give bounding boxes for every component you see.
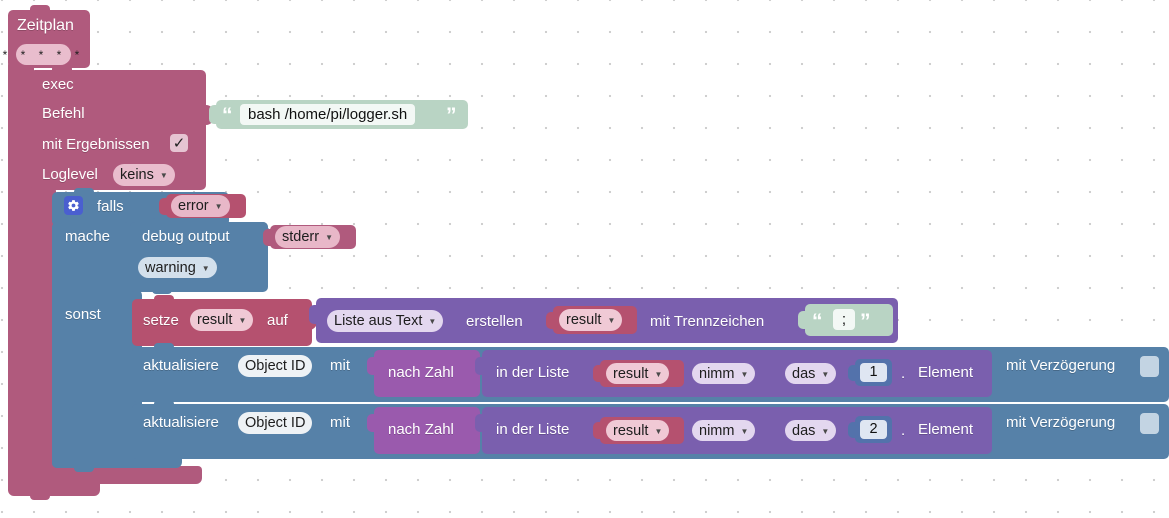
- convert-label-1: nach Zahl: [388, 364, 454, 381]
- chevron-down-icon: ▼: [654, 426, 663, 436]
- set-variable-dropdown[interactable]: result ▼: [190, 309, 254, 331]
- gear-icon[interactable]: [64, 196, 83, 215]
- delay-label-1: mit Verzögerung: [1006, 357, 1116, 374]
- number-plug-1: [848, 365, 857, 381]
- chevron-down-icon: ▼: [325, 233, 333, 242]
- chevron-down-icon: ▼: [821, 369, 830, 379]
- schedule-cron-field[interactable]: * * * * *: [3, 44, 79, 65]
- element-label-2: Element: [918, 421, 974, 438]
- object-id-field-1[interactable]: Object ID: [238, 355, 313, 377]
- if-label: falls: [97, 198, 124, 215]
- schedule-cron-value: * * * * *: [2, 47, 85, 62]
- debug-severity-value: warning: [145, 259, 196, 276]
- exec-loglevel-dropdown[interactable]: keins ▼: [113, 164, 175, 186]
- list-source-variable-dropdown[interactable]: result ▼: [559, 309, 623, 331]
- index-number-value-2: 2: [860, 420, 887, 439]
- in-list-label-2: in der Liste: [496, 421, 570, 438]
- list-variable-dropdown-2[interactable]: result ▼: [606, 420, 670, 441]
- chevron-down-icon: ▼: [821, 426, 830, 436]
- chevron-down-icon: ▼: [740, 369, 749, 379]
- set-label: setze: [143, 312, 179, 329]
- chevron-down-icon: ▼: [214, 202, 223, 211]
- exec-with-results-label: mit Ergebnissen: [42, 136, 150, 153]
- list-separator-label: mit Trennzeichen: [650, 313, 765, 330]
- quote-close-icon: ”: [860, 310, 870, 333]
- chevron-down-icon: ▼: [654, 369, 663, 379]
- index-number-block-2[interactable]: 2: [855, 416, 892, 443]
- list-source-variable-value: result: [566, 312, 602, 328]
- list-variable-value-1: result: [613, 365, 649, 382]
- debug-severity-dropdown[interactable]: warning ▼: [138, 257, 217, 278]
- list-separator-input[interactable]: ;: [833, 309, 855, 330]
- index-number-value-1: 1: [860, 363, 887, 382]
- set-variable-value: result: [197, 312, 233, 328]
- object-id-field-2[interactable]: Object ID: [238, 412, 313, 434]
- exec-block-title: exec: [42, 76, 74, 93]
- update-with-label-2: mit: [330, 414, 350, 431]
- take-dropdown-2[interactable]: nimm ▼: [692, 420, 756, 441]
- debug-output-label: debug output: [142, 228, 230, 245]
- delay-checkbox-1[interactable]: [1140, 356, 1159, 377]
- index-number-block-1[interactable]: 1: [855, 359, 892, 386]
- quote-open-icon: “: [812, 310, 822, 333]
- chevron-down-icon: ▼: [201, 263, 210, 273]
- schedule-block-label: Zeitplan: [17, 17, 74, 34]
- exec-command-label: Befehl: [42, 105, 85, 122]
- ordinal-suffix-2: .: [901, 422, 906, 439]
- debug-target-value: stderr: [282, 229, 320, 245]
- delay-checkbox-2[interactable]: [1140, 413, 1159, 434]
- take-value-2: nimm: [699, 422, 735, 439]
- do-label: mache: [65, 228, 111, 245]
- exec-loglevel-label: Loglevel: [42, 166, 98, 183]
- exec-with-results-checkbox[interactable]: ✓: [170, 134, 188, 152]
- list-separator-value: ;: [841, 311, 847, 328]
- list-mode-value: Liste aus Text: [334, 313, 423, 329]
- chevron-down-icon: ▼: [428, 317, 437, 326]
- list-variable-value-2: result: [613, 422, 649, 439]
- set-to-label: auf: [267, 312, 288, 329]
- exec-loglevel-value: keins: [120, 167, 154, 183]
- ordinal-suffix-1: .: [901, 365, 906, 382]
- which-dropdown-1[interactable]: das ▼: [785, 363, 837, 384]
- chevron-down-icon: ▼: [159, 171, 168, 180]
- delay-label-2: mit Verzögerung: [1006, 414, 1116, 431]
- checkmark-icon: ✓: [172, 134, 186, 152]
- quote-open-icon: “: [222, 104, 232, 127]
- if-condition-dropdown[interactable]: error ▼: [171, 195, 230, 217]
- take-value-1: nimm: [699, 365, 735, 382]
- object-id-value-2: Object ID: [245, 415, 306, 431]
- blockly-workspace[interactable]: Zeitplan * * * * * exec Befehl mit Ergeb…: [0, 0, 1169, 518]
- update-with-label-1: mit: [330, 357, 350, 374]
- else-label: sonst: [65, 306, 101, 323]
- number-plug-2: [848, 422, 857, 438]
- chevron-down-icon: ▼: [740, 426, 749, 436]
- in-list-label-1: in der Liste: [496, 364, 570, 381]
- update-label-2: aktualisiere: [143, 414, 219, 431]
- chevron-down-icon: ▼: [607, 316, 616, 325]
- if-condition-value: error: [178, 198, 209, 214]
- list-variable-dropdown-1[interactable]: result ▼: [606, 363, 670, 384]
- which-value-2: das: [792, 422, 816, 439]
- exec-command-input[interactable]: bash /home/pi/logger.sh: [240, 104, 416, 125]
- quote-close-icon: ”: [446, 104, 456, 127]
- list-mode-dropdown[interactable]: Liste aus Text ▼: [327, 310, 444, 332]
- exec-command-value: bash /home/pi/logger.sh: [248, 106, 408, 123]
- convert-label-2: nach Zahl: [388, 421, 454, 438]
- which-value-1: das: [792, 365, 816, 382]
- take-dropdown-1[interactable]: nimm ▼: [692, 363, 756, 384]
- element-label-1: Element: [918, 364, 974, 381]
- object-id-value-1: Object ID: [245, 358, 306, 374]
- which-dropdown-2[interactable]: das ▼: [785, 420, 837, 441]
- update-label-1: aktualisiere: [143, 357, 219, 374]
- list-create-label: erstellen: [466, 313, 523, 330]
- debug-target-dropdown[interactable]: stderr ▼: [275, 226, 340, 248]
- chevron-down-icon: ▼: [238, 316, 247, 325]
